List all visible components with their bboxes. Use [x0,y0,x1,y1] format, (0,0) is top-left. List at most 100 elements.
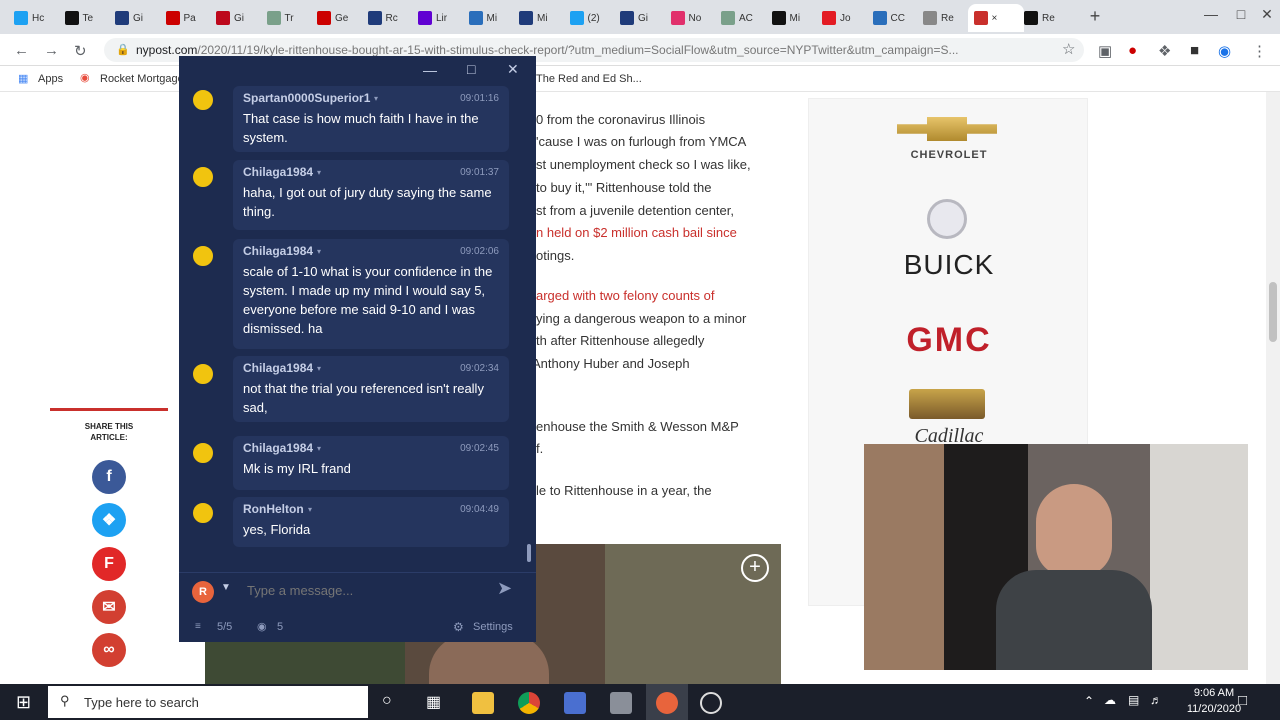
flipboard-icon[interactable]: F [92,547,126,581]
restream-icon[interactable] [656,692,678,714]
bookmark-apps[interactable]: Apps [38,73,63,85]
username-chevron-down-icon[interactable]: ▾ [317,364,321,373]
task-view-icon[interactable]: ▦ [426,692,441,712]
reload-icon[interactable]: ↻ [74,42,87,60]
chat-username[interactable]: Chilaga1984 [243,441,313,455]
tray-cloud-icon[interactable]: ☁ [1104,693,1116,707]
user-badge-icon[interactable] [191,88,215,112]
facebook-icon[interactable]: f [92,460,126,494]
user-badge-icon[interactable] [191,244,215,268]
profile-avatar[interactable]: ◉ [1218,42,1231,60]
user-badge-icon[interactable] [191,165,215,189]
link-icon[interactable]: ∞ [92,633,126,667]
puzzle-icon[interactable]: ❖ [1158,42,1171,60]
settings-button[interactable]: Settings [473,621,513,633]
forward-icon[interactable]: → [44,42,59,59]
app2-icon[interactable] [610,692,632,714]
bookmark-red-and-ed[interactable]: The Red and Ed Sh... [536,73,642,85]
chat-scrollbar-thumb[interactable] [527,544,531,562]
chat-message-input[interactable] [247,579,487,601]
username-chevron-down-icon[interactable]: ▾ [317,444,321,453]
chat-minimize-icon[interactable]: — [423,62,437,78]
send-icon[interactable]: ➤ [497,578,512,599]
browser-tab[interactable]: Tr [261,4,308,32]
expand-plus-icon[interactable]: + [741,554,769,582]
tray-network-icon[interactable]: ▤ [1128,693,1139,707]
file-explorer-icon[interactable] [472,692,494,714]
twitter-icon[interactable]: ❖ [92,503,126,537]
chat-username[interactable]: Spartan0000Superior1 [243,91,370,105]
buick-label: BUICK [903,249,995,280]
extension-dark-icon[interactable]: ■ [1190,42,1199,59]
apps-icon[interactable]: ▦ [18,72,28,85]
user-badge-icon[interactable] [191,441,215,465]
settings-gear-icon[interactable]: ⚙ [453,620,464,634]
browser-tab[interactable]: Te [59,4,106,32]
browser-tab[interactable]: (2) [564,4,611,32]
browser-tab[interactable]: Gi [614,4,661,32]
user-badge-icon[interactable] [191,362,215,386]
page-scrollbar[interactable] [1266,92,1280,684]
browser-tab[interactable]: Ge [311,4,358,32]
chat-username[interactable]: Chilaga1984 [243,244,313,258]
username-chevron-down-icon[interactable]: ▾ [317,168,321,177]
close-icon[interactable]: ✕ [1252,6,1280,23]
n-icon [822,11,836,25]
article-text-line[interactable]: arged with two felony counts of [536,288,715,303]
user-avatar[interactable]: R [192,581,214,603]
browser-tab[interactable]: AC [715,4,762,32]
back-icon[interactable]: ← [14,42,29,59]
browser-tab[interactable]: Hc [8,4,55,32]
taskbar-search-box[interactable]: ⚲ Type here to search [48,686,368,718]
chrome-icon[interactable] [518,692,540,714]
browser-tab[interactable]: Gi [210,4,257,32]
menu-icon[interactable]: ⋮ [1252,42,1267,60]
browser-tab[interactable]: Mi [766,4,813,32]
browser-tab[interactable]: Re [1018,4,1065,32]
avatar-chevron-down-icon[interactable]: ▼ [221,582,231,593]
email-icon[interactable]: ✉ [92,590,126,624]
minimize-icon[interactable]: — [1196,6,1226,22]
browser-tab[interactable]: No [665,4,712,32]
browser-tab[interactable]: Gi [109,4,156,32]
windows-start-icon[interactable]: ⊞ [16,692,31,713]
browser-tab[interactable]: Jo [816,4,863,32]
cortana-icon[interactable]: ○ [382,692,392,710]
browser-tab[interactable]: Lir [412,4,459,32]
article-text-line: Anthony Huber and Joseph [532,356,690,371]
browser-tab[interactable]: CC [867,4,914,32]
scrollbar-thumb[interactable] [1269,282,1277,342]
browser-tab[interactable]: × [967,4,1024,32]
username-chevron-down-icon[interactable]: ▾ [317,247,321,256]
buick-logo [927,199,967,239]
new-tab-button[interactable]: + [1080,6,1110,27]
article-text-line[interactable]: n held on $2 million cash bail since [536,225,737,240]
username-chevron-down-icon[interactable]: ▾ [308,505,312,514]
article-text-line: st from a juvenile detention center, [536,203,735,218]
notification-icon[interactable]: □ [1238,692,1247,709]
tab-label: Tr [284,12,294,24]
tray-chevron-up-icon[interactable]: ⌃ [1084,694,1094,708]
chat-username[interactable]: Chilaga1984 [243,165,313,179]
tray-volume-icon[interactable]: ♬ [1150,693,1162,707]
chat-message: Chilaga1984 ▾ 09:01:37 haha, I got out of j… [233,160,509,230]
chat-username[interactable]: Chilaga1984 [243,361,313,375]
browser-tab[interactable]: Rc [362,4,409,32]
user-badge-icon[interactable] [191,501,215,525]
chat-username[interactable]: RonHelton [243,502,304,516]
slots-count: 5/5 [217,621,233,633]
app-icon[interactable] [564,692,586,714]
browser-tab[interactable]: Pa [160,4,207,32]
chat-close-icon[interactable]: ✕ [507,61,519,78]
extension-icon[interactable]: ▣ [1098,42,1112,60]
extension-red-icon[interactable]: ● [1128,42,1137,59]
browser-tab[interactable]: Mi [463,4,510,32]
chat-maximize-icon[interactable]: □ [467,61,475,77]
bookmark-star-icon[interactable]: ☆ [1062,40,1075,58]
obs-icon[interactable] [700,692,722,714]
browser-tab[interactable]: Mi [513,4,560,32]
instagram-icon [670,11,685,25]
username-chevron-down-icon[interactable]: ▾ [374,94,378,103]
bookmark-rocket-mortgage[interactable]: Rocket Mortgage [100,73,184,85]
browser-tab[interactable]: Re [917,4,964,32]
